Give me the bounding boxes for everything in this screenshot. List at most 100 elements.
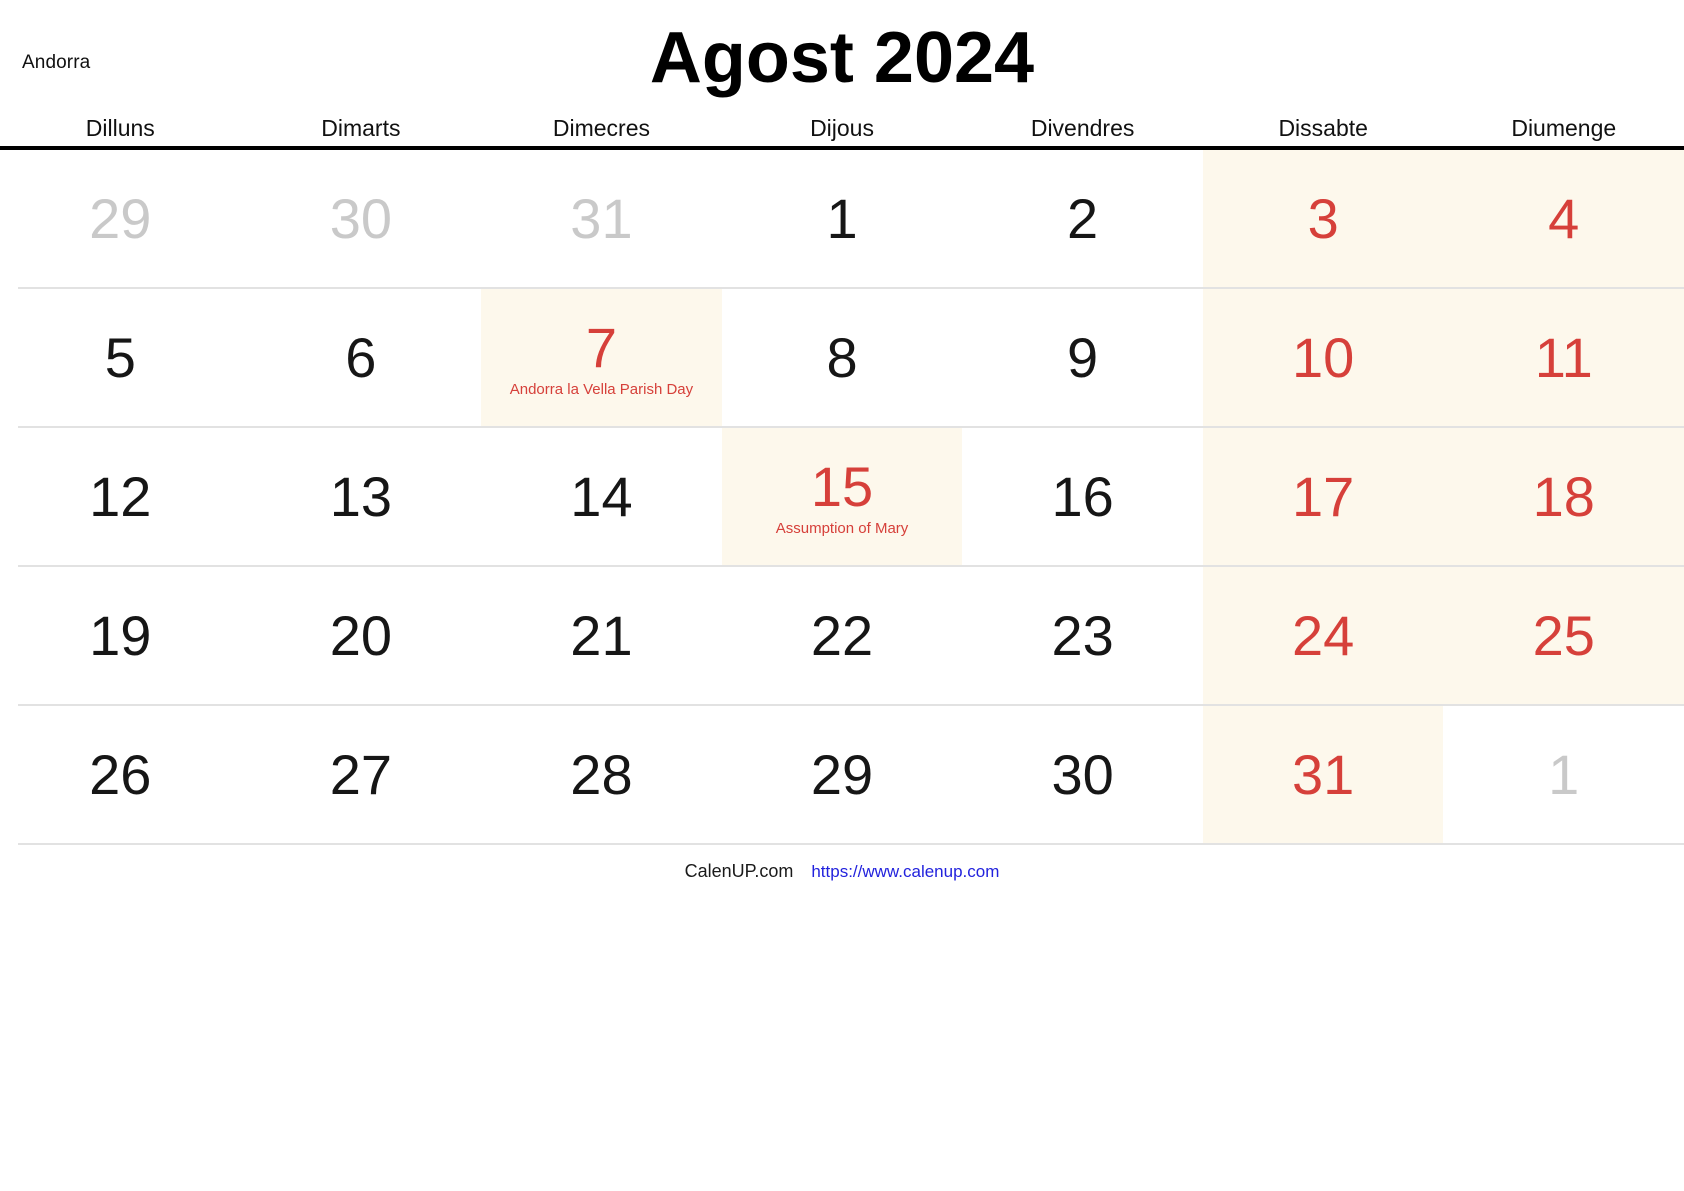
day-cell[interactable]: 30 [962, 706, 1203, 845]
day-cell[interactable]: 10 [1202, 289, 1444, 428]
day-cell[interactable]: 9 [962, 289, 1203, 428]
day-cell[interactable]: 15 Assumption of Mary [721, 428, 963, 567]
day-cell[interactable]: 28 [481, 706, 722, 845]
week-row: 12 13 14 15 Assumption of Mary 16 17 18 [0, 428, 1684, 567]
day-cell[interactable]: 7 Andorra la Vella Parish Day [481, 289, 722, 428]
holiday-label: Andorra la Vella Parish Day [509, 380, 694, 398]
day-number: 8 [826, 326, 858, 390]
day-cell[interactable]: 11 [1443, 289, 1684, 428]
day-cell[interactable]: 25 [1443, 567, 1684, 706]
day-cell-content: 29 [89, 189, 151, 249]
day-cell-content: 10 [1292, 326, 1355, 390]
day-number: 30 [1051, 743, 1114, 807]
day-number: 30 [329, 187, 393, 251]
day-cell[interactable]: 24 [1202, 567, 1444, 706]
day-cell[interactable]: 1 [1443, 706, 1684, 845]
day-number: 22 [810, 604, 874, 668]
day-cell[interactable]: 12 [0, 428, 241, 567]
weekday-header-5: Divendres [1030, 115, 1135, 141]
day-cell[interactable]: 22 [722, 567, 963, 706]
day-cell[interactable]: 26 [0, 706, 241, 845]
day-cell-content: 30 [329, 187, 393, 251]
day-cell[interactable]: 16 [962, 428, 1203, 567]
day-cell[interactable]: 4 [1443, 150, 1684, 289]
footer-brand: CalenUP.com [684, 861, 794, 881]
day-number: 16 [1051, 465, 1114, 529]
page-title: Agost 2024 [649, 18, 1035, 98]
day-cell[interactable]: 29 [722, 706, 963, 845]
weekday-header-6: Dissabte [1278, 115, 1368, 141]
day-number: 1 [1548, 743, 1580, 807]
day-number: 17 [1292, 465, 1355, 529]
day-cell-content: 31 [1292, 745, 1354, 805]
day-cell[interactable]: 21 [481, 567, 722, 706]
day-cell[interactable]: 5 [0, 289, 241, 428]
day-cell-content: 20 [330, 606, 392, 666]
day-number: 21 [570, 604, 633, 668]
day-cell[interactable]: 6 [241, 289, 482, 428]
day-number: 29 [810, 743, 874, 807]
day-number: 25 [1532, 604, 1595, 668]
day-cell[interactable]: 2 [962, 150, 1203, 289]
day-cell-content: 13 [329, 465, 393, 529]
day-cell[interactable]: 20 [241, 567, 482, 706]
day-cell[interactable]: 1 [722, 150, 963, 289]
day-cell[interactable]: 19 [0, 567, 241, 706]
day-number: 2 [1067, 187, 1099, 251]
week-row: 5 6 7 Andorra la Vella Parish Day 8 9 10 11 [0, 289, 1684, 428]
day-cell-content: 28 [570, 745, 632, 805]
day-cell-content: 14 [570, 467, 632, 527]
day-cell[interactable]: 29 [0, 150, 241, 289]
day-cell-content: 19 [89, 604, 152, 668]
weekday-header-1: Dilluns [85, 115, 155, 141]
day-cell-content: 4 [1548, 187, 1580, 251]
day-cell-content: 3 [1307, 187, 1339, 251]
day-cell-content: 9 [1067, 328, 1098, 388]
day-cell-content: 5 [104, 326, 136, 390]
day-number: 15 [810, 454, 874, 518]
day-cell[interactable]: 27 [241, 706, 482, 845]
day-cell-content: 17 [1292, 465, 1355, 529]
day-number: 18 [1532, 465, 1595, 529]
day-cell-content: 1 [826, 187, 858, 251]
day-number: 27 [329, 743, 393, 807]
day-number: 3 [1307, 187, 1339, 251]
day-cell-content: 16 [1051, 465, 1114, 529]
day-cell[interactable]: 3 [1202, 150, 1444, 289]
day-number: 31 [570, 187, 633, 251]
day-number: 5 [104, 326, 136, 390]
day-cell-content: 27 [329, 743, 393, 807]
weekday-header-7: Diumenge [1511, 115, 1617, 141]
day-cell-content: 26 [89, 743, 152, 807]
day-number: 1 [826, 187, 858, 251]
week-row: 19 20 21 22 23 24 25 [0, 567, 1684, 706]
week-row: 26 27 28 29 30 31 1 [0, 706, 1684, 845]
day-cell[interactable]: 13 [241, 428, 482, 567]
day-cell[interactable]: 17 [1202, 428, 1444, 567]
day-number: 26 [89, 743, 152, 807]
day-cell[interactable]: 8 [722, 289, 963, 428]
day-cell-content: 24 [1292, 604, 1355, 668]
day-cell-content: 31 [570, 187, 633, 251]
day-number: 10 [1292, 326, 1355, 390]
weekday-header-3: Dimecres [552, 115, 650, 141]
day-number: 13 [329, 465, 393, 529]
day-number: 4 [1548, 187, 1580, 251]
day-cell-content: 23 [1051, 606, 1113, 666]
day-cell[interactable]: 31 [481, 150, 722, 289]
footer-link[interactable]: https://www.calenup.com [811, 862, 999, 882]
day-cell[interactable]: 18 [1443, 428, 1684, 567]
calendar-header: Andorra Agost 2024 [0, 0, 1684, 108]
day-cell[interactable]: 23 [962, 567, 1203, 706]
day-cell-content: 6 [345, 328, 376, 388]
day-number: 24 [1292, 604, 1355, 668]
day-cell-content: 12 [89, 467, 151, 527]
day-cell[interactable]: 31 [1202, 706, 1444, 845]
day-cell-content: 18 [1532, 465, 1595, 529]
day-cell[interactable]: 30 [241, 150, 482, 289]
day-number: 19 [89, 604, 152, 668]
day-cell-content: 29 [810, 743, 874, 807]
day-cell-content: 22 [810, 604, 874, 668]
week-row: 29 30 31 1 2 3 4 [0, 150, 1684, 289]
day-cell[interactable]: 14 [481, 428, 722, 567]
